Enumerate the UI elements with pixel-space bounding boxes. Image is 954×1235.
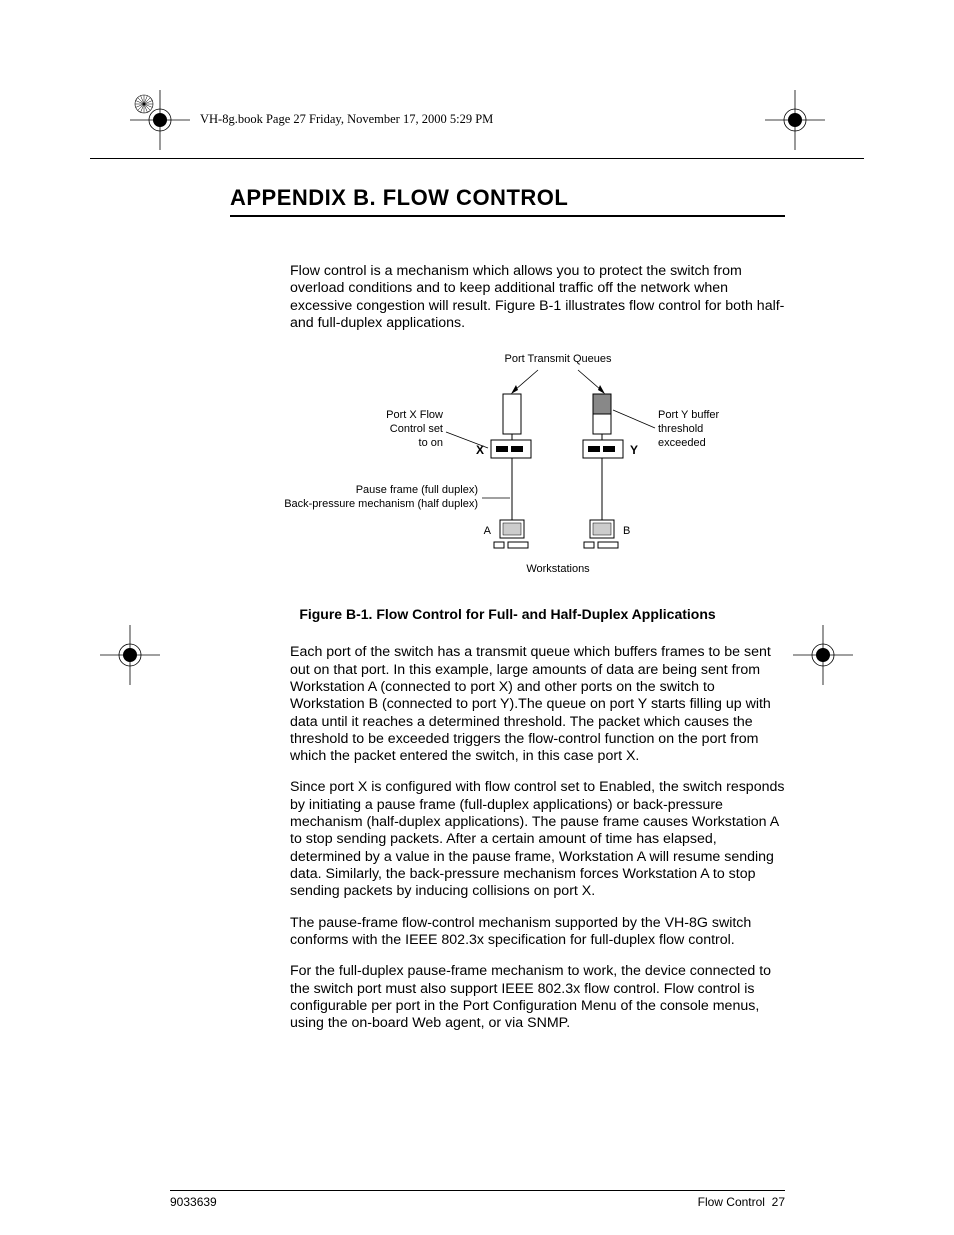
fig-right-2: threshold [658,423,703,435]
workstation-b-icon [584,520,618,548]
figure-b1: Port Transmit Queues X Y [230,350,785,590]
fig-pause-2: Back-pressure mechanism (half duplex) [284,498,478,510]
paragraph-4: The pause-frame flow-control mechanism s… [290,915,785,950]
fig-label-b: B [623,525,630,537]
fig-pause-1: Pause frame (full duplex) [355,484,477,496]
paragraph-3: Since port X is configured with flow con… [290,779,785,900]
paragraph-5: For the full-duplex pause-frame mechanis… [290,963,785,1032]
figure-caption: Figure B-1. Flow Control for Full- and H… [230,606,785,622]
registration-mark-icon [130,90,190,150]
crop-line-top [90,158,864,159]
paragraph-2: Each port of the switch has a transmit q… [290,644,785,765]
title-rule [230,215,785,217]
fig-left-3: to on [418,437,442,449]
footer-section: Flow Control [698,1195,765,1209]
footer-page-number: 27 [772,1195,785,1209]
paragraph-intro: Flow control is a mechanism which allows… [290,263,785,332]
fig-label-top: Port Transmit Queues [504,353,611,365]
registration-mark-icon [765,90,825,150]
flow-control-diagram: Port Transmit Queues X Y [248,350,768,590]
fig-label-y: Y [630,443,638,457]
fig-left-2: Control set [389,423,442,435]
registration-mark-icon [100,625,160,685]
registration-mark-icon [793,625,853,685]
fig-right-1: Port Y buffer [658,409,719,421]
footer-page-info: Flow Control 27 [698,1195,785,1209]
workstation-a-icon [494,520,528,548]
page-footer: 9033639 Flow Control 27 [170,1190,785,1209]
fig-label-a: A [483,525,491,537]
appendix-title: APPENDIX B. FLOW CONTROL [230,185,785,211]
fig-right-3: exceeded [658,437,706,449]
footer-doc-number: 9033639 [170,1195,217,1209]
header-book-note: VH-8g.book Page 27 Friday, November 17, … [200,112,493,127]
fig-label-workstations: Workstations [526,563,590,575]
fig-left-1: Port X Flow [386,409,443,421]
